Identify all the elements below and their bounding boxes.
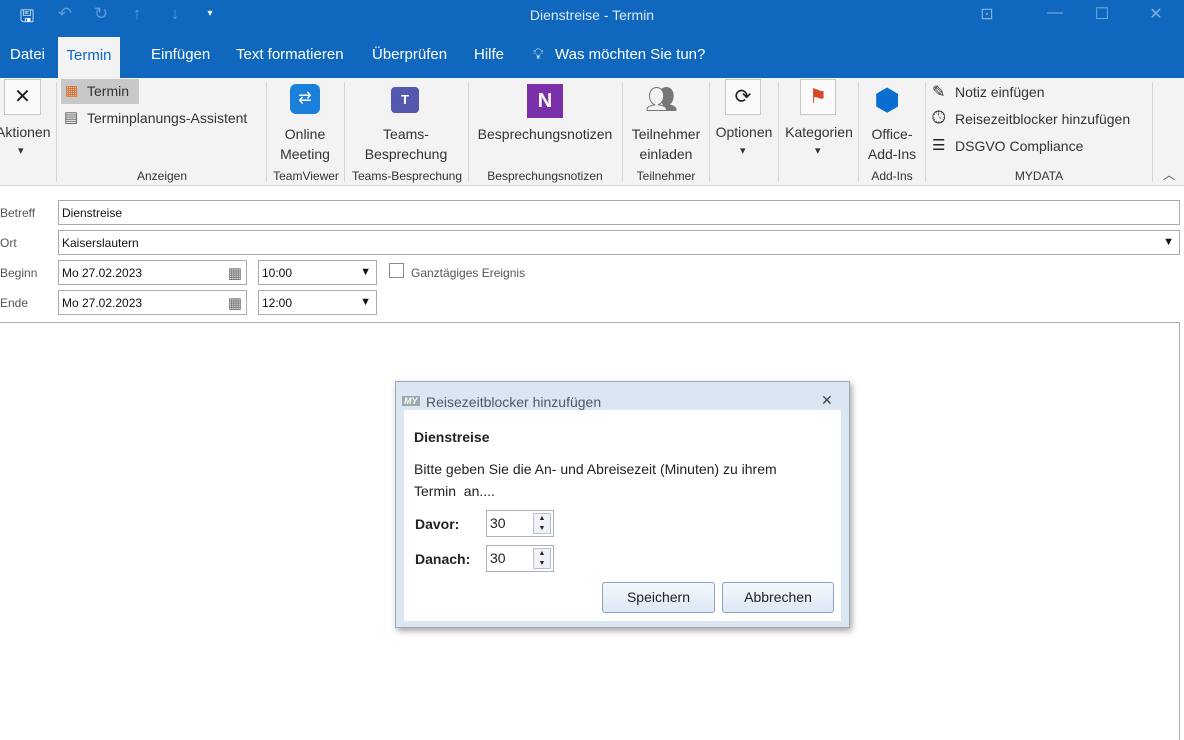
invite-attendees-button[interactable]: Teilnehmer einladen — [624, 124, 708, 164]
tell-me-search[interactable]: Was möchten Sie tun? — [555, 46, 705, 63]
close-icon[interactable]: ✕ — [821, 392, 833, 409]
spin-arrows-icon: ▲ ▼ — [533, 513, 551, 534]
beginn-time-select[interactable]: 10:00 ▼ — [258, 260, 377, 285]
allday-label: Ganztägiges Ereignis — [411, 266, 526, 280]
collapse-ribbon-icon[interactable]: ︿ — [1163, 166, 1175, 183]
reisezeitblocker-dialog: MY Reisezeitblocker hinzufügen ✕ Dienstr… — [395, 381, 850, 628]
office-addins-button[interactable]: Office- Add-Ins — [860, 124, 924, 164]
group-addins: Add-Ins — [871, 169, 913, 183]
reise-label: Reisezeitblocker hinzufügen — [955, 111, 1131, 127]
dialog-title: Reisezeitblocker hinzufügen — [426, 394, 602, 410]
notiz-label: Notiz einfügen — [955, 84, 1045, 100]
online-meeting-button[interactable]: Online Meeting — [266, 124, 344, 164]
danach-stepper[interactable]: 30 ▲ ▼ — [486, 545, 554, 572]
chevron-down-icon: ▾ — [740, 145, 746, 157]
invite-attendees-icon: 👥︎ — [645, 84, 679, 114]
clock-icon: 🕓︎ — [932, 108, 946, 127]
group-mydata: MYDATA — [1014, 169, 1064, 183]
tab-datei[interactable]: Datei — [10, 46, 45, 63]
dialog-text-2: Termin an.... — [414, 483, 495, 499]
delete-icon[interactable]: ✕ — [4, 79, 41, 115]
termin-view-button[interactable]: ▦ Termin — [61, 79, 139, 104]
group-teamviewer: TeamViewer — [273, 169, 339, 183]
teams-icon: T — [391, 87, 419, 113]
pencil-icon: ✎ — [932, 84, 946, 101]
maximize-icon[interactable]: ☐ — [1082, 4, 1122, 24]
assistant-label: Terminplanungs-Assistent — [87, 110, 248, 126]
minimize-icon[interactable]: — — [1035, 4, 1075, 22]
group-teams: Teams-Besprechung — [351, 169, 463, 183]
beginn-label: Beginn — [0, 266, 38, 280]
beginn-date-input[interactable]: Mo 27.02.2023 ▦ — [58, 260, 247, 285]
close-icon[interactable]: ✕ — [1136, 4, 1176, 24]
dsgvo-label: DSGVO Compliance — [955, 138, 1084, 154]
group-attendees: Teilnehmer — [636, 169, 696, 183]
ende-time-select[interactable]: 12:00 ▼ — [258, 290, 377, 315]
ende-label: Ende — [0, 296, 29, 310]
calendar-icon: ▦ — [227, 295, 242, 312]
tab-einfuegen[interactable]: Einfügen — [151, 46, 210, 63]
teamviewer-icon: ⇄ — [290, 84, 320, 114]
chevron-down-icon: ▾ — [18, 145, 24, 157]
ribbon: ✕ Aktionen ▾ ▦ Termin ▤ Terminplanungs-A… — [0, 78, 1184, 186]
office-addins-icon: ⬢ — [874, 84, 901, 117]
tab-text-formatieren[interactable]: Text formatieren — [236, 46, 344, 63]
options-icon[interactable]: ⟳ — [725, 79, 761, 115]
davor-label: Davor: — [415, 516, 460, 532]
tab-ueberpruefen[interactable]: Überprüfen — [372, 46, 447, 63]
ort-input[interactable]: Kaiserslautern ▼ — [58, 230, 1180, 255]
group-anzeigen: Anzeigen — [136, 169, 188, 183]
allday-checkbox[interactable] — [389, 263, 404, 278]
dialog-body: Dienstreise Bitte geben Sie die An- und … — [404, 410, 841, 621]
scheduling-icon: ▤ — [64, 109, 79, 126]
teams-meeting-button[interactable]: Teams- Besprechung — [344, 124, 468, 164]
ribbon-tabs: Datei Termin Einfügen Text formatieren Ü… — [0, 32, 1184, 78]
dialog-heading: Dienstreise — [414, 429, 490, 445]
chevron-down-icon: ▼ — [360, 266, 371, 278]
betreff-label: Betreff — [0, 206, 36, 220]
calendar-icon: ▦ — [227, 265, 242, 282]
cancel-button[interactable]: Abbrechen — [722, 582, 834, 613]
lightbulb-icon: 💡︎ — [533, 46, 544, 63]
mydata-logo: MY — [402, 396, 420, 406]
termin-label: Termin — [87, 83, 130, 99]
meeting-notes-button[interactable]: Besprechungsnotizen — [470, 124, 620, 144]
calendar-icon: ▦ — [65, 82, 79, 98]
chevron-down-icon: ▼ — [360, 296, 371, 308]
davor-stepper[interactable]: 30 ▲ ▼ — [486, 510, 554, 537]
ende-date-input[interactable]: Mo 27.02.2023 ▦ — [58, 290, 247, 315]
kategorien-button[interactable]: Kategorien — [780, 122, 858, 142]
ort-label: Ort — [0, 236, 17, 250]
restore-ribbon-icon[interactable]: ⊡ — [967, 4, 1007, 24]
title-bar: 🖫 ↶ ↻ ↑ ↓ ▾ Dienstreise - Termin ⊡ — ☐ ✕ — [0, 0, 1184, 32]
betreff-input[interactable]: Dienstreise — [58, 200, 1180, 225]
spin-arrows-icon: ▲ ▼ — [533, 548, 551, 569]
chevron-down-icon: ▾ — [815, 145, 821, 157]
aktionen-button[interactable]: Aktionen — [0, 122, 50, 142]
tab-hilfe[interactable]: Hilfe — [474, 46, 504, 63]
flag-icon[interactable]: ⚑ — [800, 79, 836, 115]
dialog-text-1: Bitte geben Sie die An- und Abreisezeit … — [414, 461, 777, 477]
danach-label: Danach: — [415, 551, 471, 567]
save-button[interactable]: Speichern — [602, 582, 715, 613]
tab-termin[interactable]: Termin — [58, 37, 120, 78]
group-notes: Besprechungsnotizen — [487, 169, 603, 183]
checklist-icon: ☰ — [932, 137, 946, 154]
onenote-icon: N — [527, 84, 563, 118]
optionen-button[interactable]: Optionen — [710, 122, 778, 142]
chevron-down-icon: ▼ — [1163, 236, 1174, 248]
